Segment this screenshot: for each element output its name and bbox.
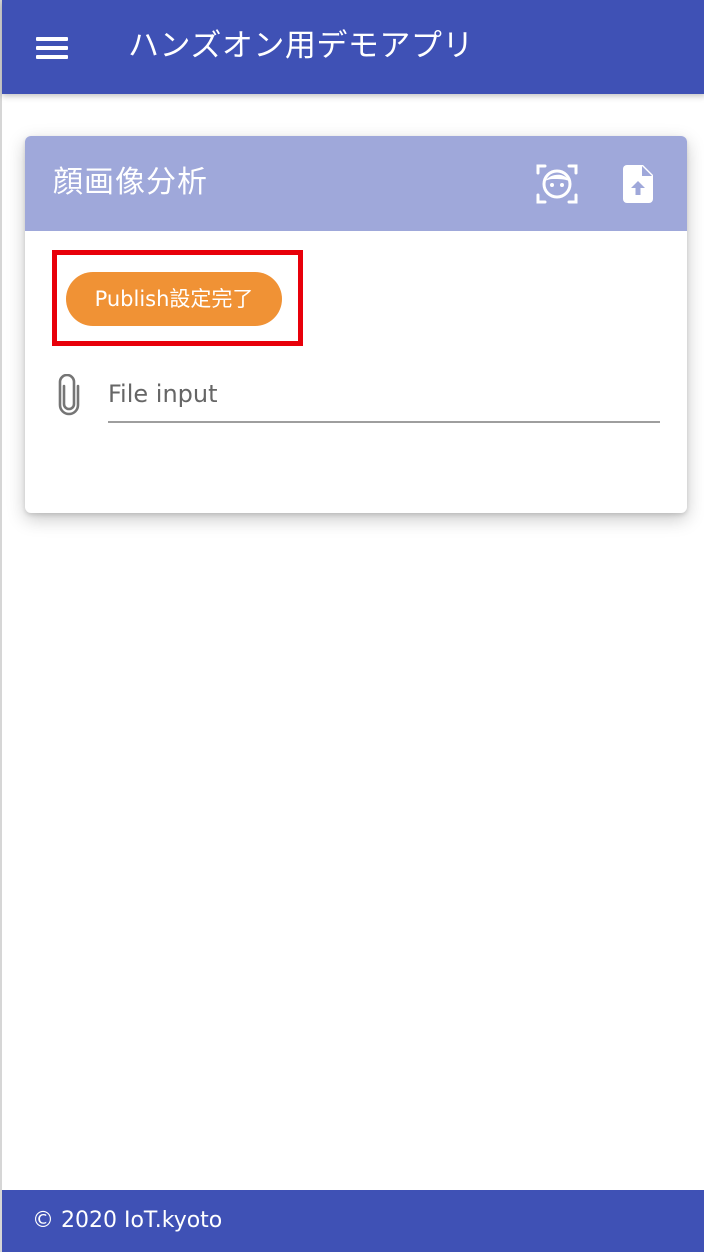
- publish-settings-complete-button[interactable]: Publish設定完了: [66, 272, 282, 326]
- app-bar: ハンズオン用デモアプリ: [2, 0, 704, 94]
- footer-copyright: © 2020 IoT.kyoto: [32, 1208, 223, 1233]
- app-title: ハンズオン用デモアプリ: [128, 28, 474, 64]
- file-input-label: File input: [108, 380, 218, 408]
- face-recognition-icon[interactable]: [535, 162, 579, 206]
- card-title: 顔画像分析: [53, 165, 208, 200]
- hamburger-menu-icon[interactable]: [36, 37, 68, 59]
- card-header: 顔画像分析: [25, 136, 687, 231]
- footer: © 2020 IoT.kyoto: [2, 1190, 704, 1252]
- page: ハンズオン用デモアプリ 顔画像分析 Publish設定完了 File input…: [0, 0, 704, 1252]
- file-upload-icon[interactable]: [623, 165, 655, 203]
- face-analysis-card: 顔画像分析 Publish設定完了 File input: [25, 136, 687, 513]
- paperclip-icon: [58, 374, 80, 416]
- file-input-field[interactable]: File input: [108, 372, 660, 423]
